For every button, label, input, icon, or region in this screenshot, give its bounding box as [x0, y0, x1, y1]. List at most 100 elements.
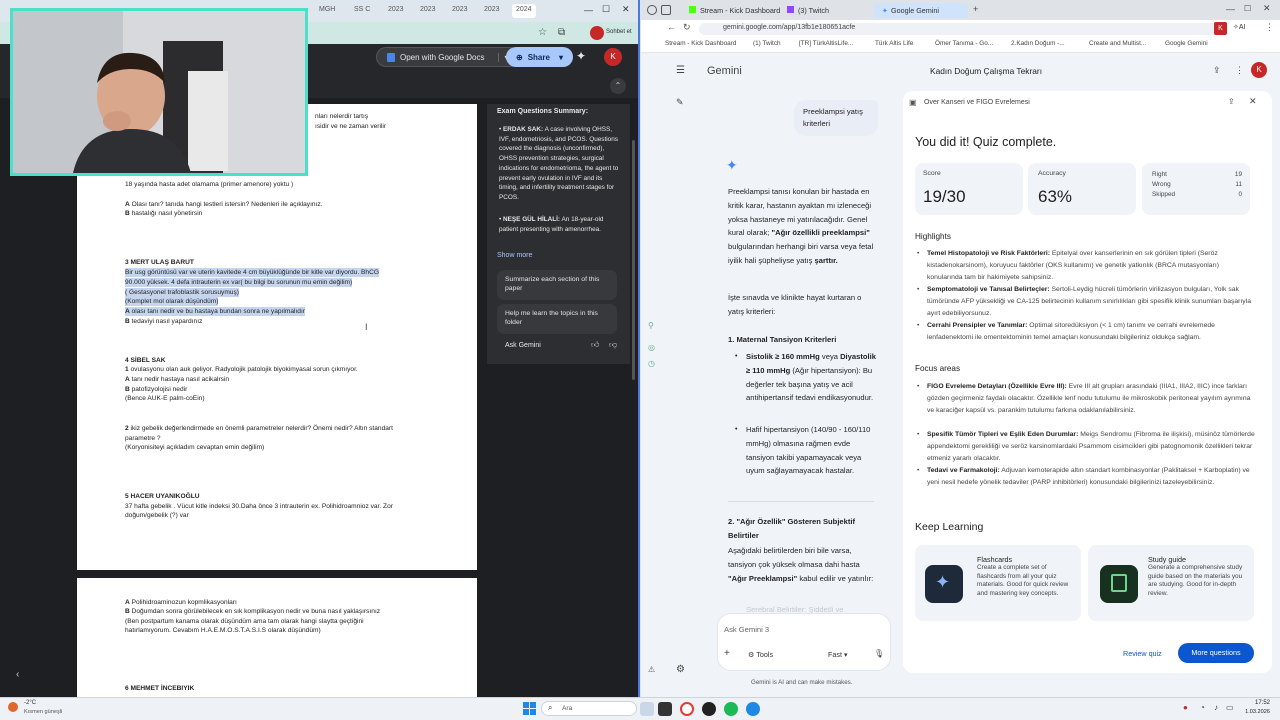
- tab-2023-b[interactable]: 2023: [416, 4, 440, 18]
- share-button[interactable]: ⊕ Share ▾: [506, 47, 573, 67]
- tab-2023-d[interactable]: 2023: [480, 4, 504, 18]
- minimize-icon[interactable]: —: [1226, 4, 1235, 14]
- tab-2023-c[interactable]: 2023: [448, 4, 472, 18]
- close-window-icon[interactable]: ✕: [1263, 3, 1271, 14]
- battery-icon[interactable]: ▭: [1226, 703, 1234, 712]
- collapse-icon[interactable]: ⌃: [610, 78, 626, 94]
- gemini-spark-icon[interactable]: ✦: [576, 49, 586, 63]
- bullet-dot: •: [735, 426, 738, 433]
- more-options-icon[interactable]: ⋮: [1235, 65, 1244, 76]
- suggestion-summarize[interactable]: Summarize each section of this paper: [497, 270, 617, 300]
- task-view-icon[interactable]: [640, 702, 654, 716]
- ask-gemini-button[interactable]: Ask Gemini: [505, 342, 541, 349]
- review-quiz-button[interactable]: Review quiz: [1123, 649, 1162, 658]
- avatar[interactable]: K: [1251, 62, 1267, 78]
- thumbs-down-icon[interactable]: 👎︎: [609, 340, 617, 350]
- tab-google-gemini[interactable]: ✦ Google Gemini: [874, 3, 968, 18]
- bookmark-item[interactable]: Ömer Tanıma - Go...: [935, 40, 993, 47]
- tray-app-icon[interactable]: ●: [1183, 703, 1188, 712]
- side-icon-d[interactable]: ⚠: [648, 665, 655, 674]
- add-icon[interactable]: +: [724, 648, 730, 659]
- prompt-input[interactable]: Ask Gemini 3: [724, 625, 769, 634]
- windows-start-icon[interactable]: [523, 702, 536, 715]
- back-icon[interactable]: ←: [667, 22, 676, 32]
- tools-button[interactable]: ⚙ Tools: [748, 650, 773, 659]
- close-icon[interactable]: ✕: [1249, 96, 1257, 107]
- doc-line: parametre ?: [125, 435, 161, 442]
- ai-mode-label[interactable]: ✧AI: [1233, 23, 1246, 31]
- minimize-icon[interactable]: —: [584, 5, 593, 15]
- response-paragraph: İşte sınavda ve klinikte hayat kurtaran …: [728, 293, 862, 316]
- side-icon-c[interactable]: ◷: [648, 359, 655, 368]
- study-guide-card[interactable]: Study guide Generate a comprehensive stu…: [1088, 545, 1254, 621]
- share-icon[interactable]: ⇪: [1228, 97, 1235, 106]
- tab-actions-icon[interactable]: [661, 5, 671, 15]
- opera-app-icon[interactable]: [680, 702, 694, 716]
- study-guide-title: Study guide: [1148, 555, 1186, 564]
- bookmark-item[interactable]: Create and Multist...: [1089, 40, 1146, 47]
- doc-line: B hastalığı nasıl yönetirsin: [125, 210, 203, 217]
- terminal-app-icon[interactable]: [658, 702, 672, 716]
- extensions-icon[interactable]: ⧉: [558, 27, 565, 38]
- suggestion-learn-topics[interactable]: Help me learn the topics in this folder: [497, 304, 617, 334]
- doc-line: ısidir ve ne zaman verilir: [315, 123, 387, 130]
- maximize-icon[interactable]: ☐: [602, 4, 610, 15]
- thumbs-up-icon[interactable]: 👍︎: [591, 340, 599, 350]
- edge-app-icon[interactable]: [746, 702, 760, 716]
- pdf-page-2: A Polihidroaminozun kopmlikasyonları B D…: [77, 578, 477, 697]
- response-bullet: Hafif hipertansiyon (140/90 - 160/110 mm…: [746, 425, 871, 476]
- mode-selector[interactable]: Fast ▾: [828, 650, 848, 659]
- new-tab-icon[interactable]: +: [973, 4, 978, 14]
- focus-areas-title: Focus areas: [915, 364, 961, 373]
- bookmark-item[interactable]: [TR] TürkAltisLife...: [799, 40, 853, 47]
- star-icon[interactable]: ☆: [538, 27, 547, 38]
- clock-date[interactable]: 1.03.2026: [1238, 709, 1270, 715]
- bookmark-item[interactable]: Türk Altis Life: [875, 40, 913, 47]
- taskbar-search-box[interactable]: ⌕ Ara: [541, 701, 637, 716]
- flashcards-card[interactable]: ✦ Flashcards Create a complete set of fl…: [915, 545, 1081, 621]
- doc-line: 2 ikiz gebelik değerlendirmede en önemli…: [125, 425, 393, 432]
- open-with-docs-button[interactable]: Open with Google Docs ▾: [376, 47, 520, 67]
- spotify-app-icon[interactable]: [724, 702, 738, 716]
- bookmark-item[interactable]: Stream - Kick Dashboard: [665, 40, 736, 47]
- tab-ssc[interactable]: SS C: [350, 4, 374, 18]
- avatar[interactable]: K: [604, 48, 622, 66]
- scrollbar[interactable]: [632, 140, 635, 380]
- previous-page-icon[interactable]: ‹: [16, 669, 19, 680]
- maximize-icon[interactable]: ☐: [1244, 4, 1251, 13]
- volume-icon[interactable]: ♪: [1214, 703, 1218, 712]
- side-icon-a[interactable]: ⚲: [648, 321, 654, 330]
- clock-time[interactable]: 17:52: [1244, 700, 1270, 706]
- bookmarks-bar: Stream - Kick Dashboard (1) Twitch [TR] …: [641, 37, 1280, 53]
- show-more-link[interactable]: Show more: [497, 252, 532, 259]
- bookmark-item[interactable]: Google Gemini: [1165, 40, 1208, 47]
- right-browser-window: Stream - Kick Dashboard (3) Twitch ✦ Goog…: [641, 0, 1280, 697]
- obs-app-icon[interactable]: [702, 702, 716, 716]
- workspace-icon[interactable]: [647, 5, 657, 15]
- more-questions-button[interactable]: More questions: [1178, 643, 1254, 663]
- share-chevron-icon[interactable]: ▾: [559, 53, 563, 62]
- settings-icon[interactable]: ⚙: [676, 664, 685, 675]
- tab-kick-dashboard[interactable]: Stream - Kick Dashboard: [681, 3, 788, 18]
- close-window-icon[interactable]: ✕: [622, 4, 630, 15]
- share-icon[interactable]: ⇪: [1213, 65, 1221, 76]
- microphone-icon[interactable]: 🎙︎: [874, 649, 884, 658]
- tab-twitch[interactable]: (3) Twitch: [779, 3, 837, 18]
- profile-icon[interactable]: [590, 26, 604, 40]
- network-icon[interactable]: ◔: [1200, 703, 1205, 712]
- weather-icon[interactable]: [8, 702, 18, 712]
- bookmark-item[interactable]: 2.Kadın Doğum -...: [1011, 40, 1065, 47]
- main-menu-icon[interactable]: ☰: [676, 65, 685, 76]
- tab-2023-a[interactable]: 2023: [384, 4, 408, 18]
- tab-2024[interactable]: 2024: [512, 4, 536, 18]
- highlight-item: • Cerrahi Prensipler ve Tanımlar: Optimal…: [917, 322, 1215, 341]
- menu-icon[interactable]: ⋮: [1265, 22, 1274, 33]
- bookmark-item[interactable]: (1) Twitch: [753, 40, 781, 47]
- tab-mgh[interactable]: MGH: [315, 4, 339, 18]
- refresh-icon[interactable]: ↻: [683, 22, 691, 33]
- profile-avatar[interactable]: K: [1214, 22, 1227, 35]
- accuracy-value: 63%: [1038, 187, 1073, 206]
- side-icon-b[interactable]: ◎: [648, 343, 655, 352]
- new-chat-icon[interactable]: ✎: [676, 97, 684, 108]
- doc-heading: 4 SİBEL SAK: [125, 357, 166, 364]
